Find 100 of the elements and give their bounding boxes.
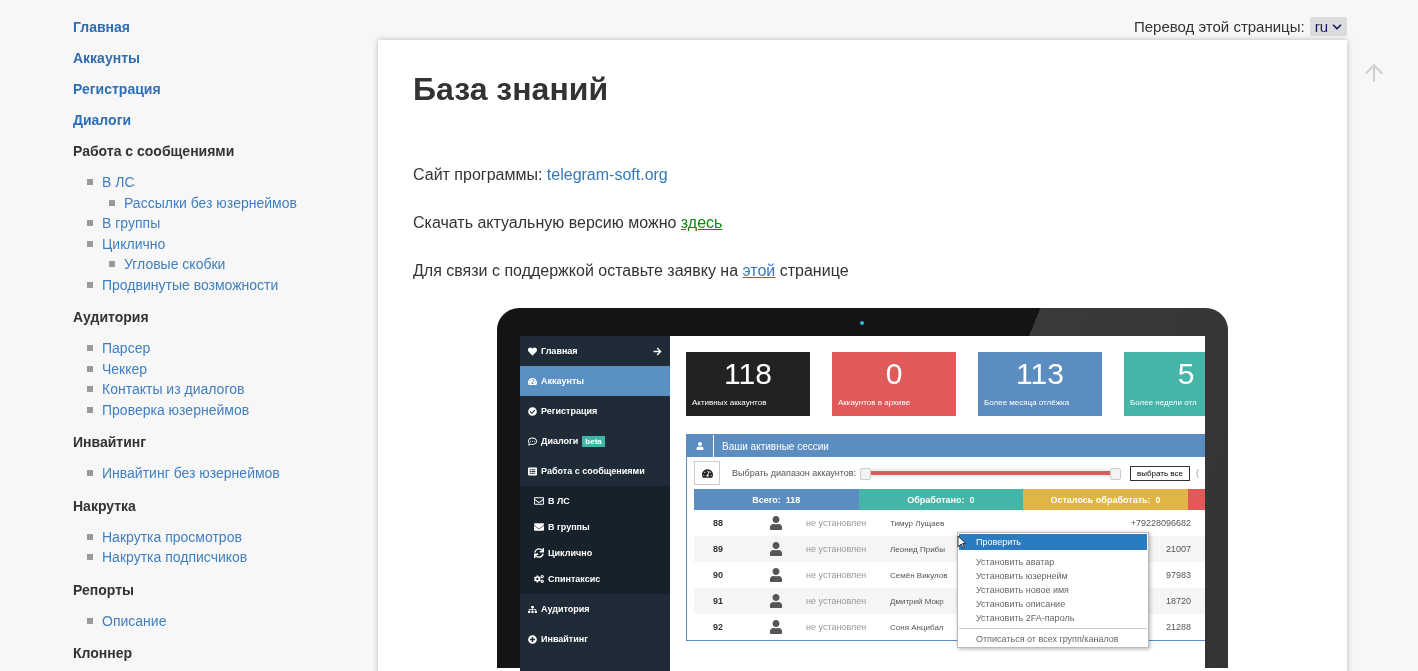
- nav-label: Аккаунты: [541, 376, 585, 386]
- app-nav-item[interactable]: Регистрация: [520, 396, 670, 426]
- nav-label: Спинтаксис: [548, 574, 601, 584]
- sidebar-link[interactable]: Циклично: [102, 235, 166, 252]
- table-cell-text: не установлен: [805, 518, 868, 528]
- sidebar-link[interactable]: Описание: [102, 612, 167, 629]
- sidebar-link[interactable]: Аккаунты: [73, 49, 140, 67]
- slider-handle[interactable]: [860, 468, 871, 480]
- menu-item[interactable]: Установить аватар: [959, 555, 1147, 569]
- select-all-button[interactable]: выбрать все: [1130, 465, 1190, 481]
- nav-label: Главная: [541, 346, 578, 356]
- nav-label: Регистрация: [541, 406, 598, 416]
- bullet-icon: [87, 406, 93, 413]
- menu-item[interactable]: Установить юзернейм: [959, 569, 1147, 583]
- sidebar-link[interactable]: Накрутка подписчиков: [102, 549, 248, 566]
- sidebar-link[interactable]: Накрутка просмотров: [102, 528, 242, 545]
- bullet-icon: [87, 386, 93, 393]
- slider-handle[interactable]: [1110, 468, 1121, 480]
- sidebar-link[interactable]: Диалоги: [73, 111, 132, 129]
- table-cell-text: 88: [712, 518, 724, 528]
- menu-item[interactable]: Отписаться от всех групп/каналов: [959, 632, 1147, 646]
- app-nav-item[interactable]: Инвайтинг: [520, 624, 670, 654]
- sidebar-link[interactable]: Главная: [73, 18, 130, 36]
- app-nav-item[interactable]: Работа с сообщениями: [520, 456, 670, 486]
- sidebar-heading: Репорты: [73, 580, 134, 599]
- sidebar-link[interactable]: Рассылки без юзернеймов: [124, 194, 297, 211]
- stat-label: Аккаунтов в архиве: [838, 398, 911, 407]
- sidebar-link[interactable]: Чеккер: [102, 360, 148, 377]
- app-nav-item[interactable]: Аудитория: [520, 594, 670, 624]
- language-select[interactable]: ru: [1309, 17, 1347, 36]
- dashboard-icon: [701, 467, 713, 479]
- sidebar-link[interactable]: Парсер: [102, 340, 151, 357]
- avatar-icon: [769, 594, 783, 608]
- bullet-icon: [87, 470, 93, 477]
- table-cell: 18720: [1165, 596, 1191, 606]
- beta-badge: beta: [582, 435, 605, 447]
- app-nav-item[interactable]: Диалоги beta: [520, 426, 670, 456]
- table-cell-text: 92: [712, 622, 724, 632]
- table-cell-text: Соня Анцибал: [890, 622, 945, 632]
- table-cell: 21007: [1165, 544, 1191, 554]
- table-cell-text: Дмитрий Мокр: [890, 596, 945, 606]
- arrow-right-icon[interactable]: [653, 346, 662, 356]
- menu-item[interactable]: Установить описание: [959, 597, 1147, 611]
- sidebar-link[interactable]: В ЛС: [102, 174, 135, 191]
- bullet-icon: [87, 220, 93, 227]
- text-link[interactable]: здесь: [680, 214, 723, 231]
- nav-label: Аудитория: [541, 604, 590, 614]
- bullet-icon: [87, 179, 93, 186]
- nav-icon: [528, 436, 537, 446]
- stat-label: Более недели отл: [1130, 398, 1197, 407]
- app-nav-item[interactable]: Главная: [520, 336, 670, 366]
- bullet-icon: [87, 281, 93, 288]
- sidebar-link[interactable]: Проверка юзернеймов: [102, 401, 250, 418]
- bullet-icon: [109, 261, 115, 268]
- bullet-icon: [87, 240, 93, 247]
- text-link[interactable]: telegram-soft.org: [546, 166, 668, 183]
- nav-label: Работа с сообщениями: [541, 466, 645, 476]
- sidebar-heading: Работа с сообщениями: [73, 142, 235, 160]
- avatar-icon: [769, 620, 783, 634]
- sidebar-heading: Накрутка: [73, 496, 136, 515]
- app-subnav-item[interactable]: В ЛС: [520, 488, 670, 514]
- table-cell-text: 91: [712, 596, 724, 606]
- bullet-icon: [87, 533, 93, 540]
- bullet-icon: [87, 365, 93, 372]
- nav-label: Диалоги: [541, 436, 579, 446]
- stat-value: 113: [1016, 356, 1064, 392]
- app-subnav-item[interactable]: Циклично: [520, 540, 670, 566]
- text-link[interactable]: этой: [742, 262, 776, 279]
- sidebar-link[interactable]: Продвинутые возможности: [102, 276, 279, 293]
- totals-segment: Обработано: 0: [858, 489, 1024, 510]
- nav-icon: [528, 376, 537, 386]
- app-nav-item[interactable]: Аккаунты: [520, 366, 670, 396]
- dashboard-button[interactable]: [694, 461, 720, 485]
- app-subnav-item[interactable]: Спинтаксис: [520, 566, 670, 592]
- page-title: База знаний: [413, 70, 609, 108]
- app-subnav-item[interactable]: В группы: [520, 514, 670, 540]
- table-cell-text: 90: [712, 570, 724, 580]
- subnav-icon: [534, 496, 544, 506]
- sidebar-link[interactable]: Инвайтинг без юзернеймов: [102, 465, 280, 482]
- table-cell-text: Тимур Лущаев: [890, 518, 946, 528]
- nav-icon: [528, 466, 537, 476]
- sidebar-link[interactable]: В группы: [102, 215, 161, 232]
- avatar-icon: [769, 568, 783, 582]
- bullet-icon: [87, 617, 93, 624]
- table-cell: 21288: [1165, 622, 1191, 632]
- camera-icon: [860, 321, 864, 325]
- menu-item[interactable]: Проверить: [959, 534, 1147, 550]
- sidebar-link[interactable]: Регистрация: [73, 80, 161, 98]
- menu-item[interactable]: Установить новое имя: [959, 583, 1147, 597]
- table-cell-text: не установлен: [805, 622, 868, 632]
- nav-icon: [528, 604, 537, 614]
- nav-label: Циклично: [548, 548, 593, 558]
- paragraph: Для связи с поддержкой оставьте заявку на этой странице: [413, 261, 850, 281]
- bullet-icon: [109, 199, 115, 206]
- bullet-icon: [87, 345, 93, 352]
- range-label: Выбрать диапазон аккаунтов:: [732, 468, 858, 478]
- sidebar-link[interactable]: Контакты из диалогов: [102, 381, 245, 398]
- stat-label: Более месяца отлёжка: [984, 398, 1070, 407]
- menu-item[interactable]: Установить 2FA-пароль: [959, 611, 1147, 625]
- sidebar-link[interactable]: Угловые скобки: [124, 256, 226, 273]
